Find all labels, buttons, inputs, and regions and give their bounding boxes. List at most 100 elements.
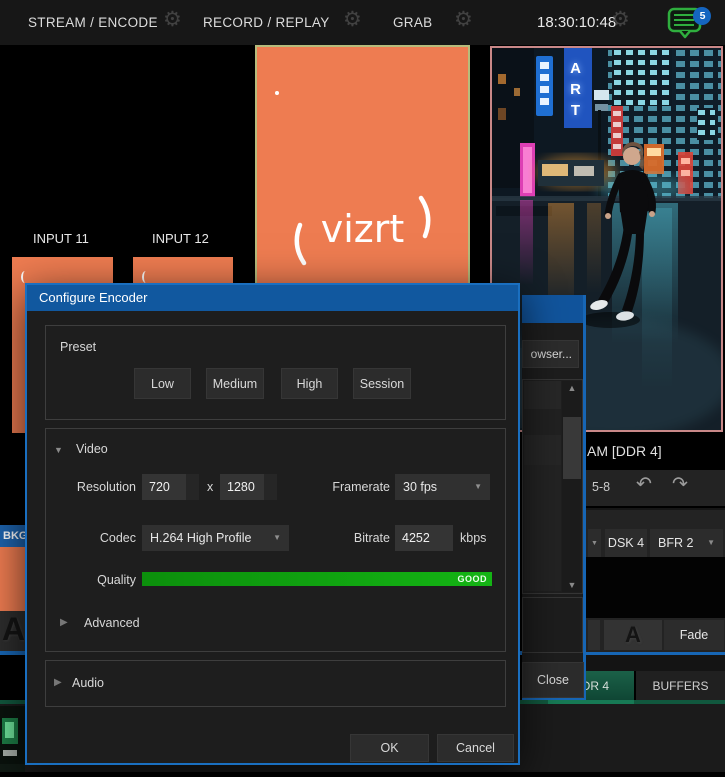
ok-button-label: OK [380,741,398,755]
delegate-label: 5-8 [592,480,610,494]
app-root: { "topbar": { "tabs": [ {"label": "STREA… [0,0,725,772]
scroll-up-icon[interactable]: ▲ [562,381,582,395]
art-neon-sign-text: ART [568,58,583,121]
framerate-value: 30 fps [403,480,437,494]
bkg-label: BKG [0,530,27,542]
preset-high-button[interactable]: High [281,368,338,399]
audio-collapse-icon[interactable]: ▶ [54,678,62,688]
stream-settings-gear-icon[interactable]: ⚙ [163,9,182,30]
bkg-row[interactable]: BKG [0,525,25,547]
advanced-collapse-icon[interactable]: ▶ [60,618,68,628]
video-collapse-icon[interactable]: ▼ [54,446,63,455]
browser-button-clipped[interactable]: owser... [522,340,579,368]
list-item[interactable] [524,465,561,591]
vizrt-logo-mark [21,271,29,283]
video-group: ▼ Video Resolution 720 x 1280 Framerate … [45,428,506,652]
cancel-button[interactable]: Cancel [437,734,514,762]
background-window-titlebar [522,295,586,323]
close-button-label: Close [537,673,569,687]
menu-grab[interactable]: GRAB [393,15,432,30]
vizrt-logo-mark [142,271,150,283]
timecode-clock: 18:30:10:48 [537,14,616,31]
advanced-header[interactable]: Advanced [84,616,140,630]
stream-source-label: AM [DDR 4] [587,443,662,459]
stream-label-bar: AM [DDR 4] [586,432,725,470]
codec-dropdown[interactable]: H.264 High Profile ▼ [142,525,289,551]
preset-low-label: Low [151,377,174,391]
list-item[interactable] [524,409,561,435]
resolution-height-input[interactable]: 1280 [220,474,264,500]
tab-buffers-label: BUFFERS [652,679,708,693]
preview-mini-monitor[interactable] [586,557,725,618]
preset-high-label: High [297,377,323,391]
list-item[interactable] [524,435,561,465]
audio-header[interactable]: Audio [72,676,104,690]
scrollbar[interactable]: ▲ ▼ [562,381,582,592]
preset-medium-button[interactable]: Medium [206,368,264,399]
bfr2-dropdown[interactable]: BFR 2 ▼ [650,529,723,557]
undo-icon[interactable]: ↶ [636,475,652,494]
dsk4-label: DSK 4 [608,536,644,550]
bitrate-input[interactable]: 4252 [395,525,453,551]
preset-medium-label: Medium [213,377,257,391]
menu-record-replay[interactable]: RECORD / REPLAY [203,15,330,30]
fade-button[interactable]: Fade [664,620,724,650]
record-settings-gear-icon[interactable]: ⚙ [343,9,362,30]
resolution-height-stepper[interactable] [264,474,277,500]
vizrt-logo-text: vizrt [290,207,435,251]
bkg-thumbnail-fragment[interactable] [0,547,25,611]
dsk4-button[interactable]: DSK 4 [605,529,647,557]
grab-settings-gear-icon[interactable]: ⚙ [454,9,473,30]
close-button[interactable]: Close [522,662,584,698]
dialog-titlebar[interactable]: Configure Encoder [27,285,518,311]
preset-session-button[interactable]: Session [353,368,411,399]
input-11-label: INPUT 11 [33,231,89,246]
resolution-width-stepper[interactable] [186,474,199,500]
redo-icon[interactable]: ↷ [672,475,688,494]
background-window-right-border [583,295,586,700]
framerate-dropdown[interactable]: 30 fps ▼ [395,474,490,500]
dialog-title: Configure Encoder [39,285,147,311]
quality-status: GOOD [457,574,492,584]
bitrate-unit: kbps [460,531,486,545]
preset-session-label: Session [360,377,404,391]
preset-low-button[interactable]: Low [134,368,191,399]
chevron-down-icon: ▼ [707,539,715,547]
logo-dot [275,91,279,95]
green-storefront-thumb [0,706,25,772]
video-header[interactable]: Video [76,442,108,456]
cancel-button-label: Cancel [456,741,495,755]
chevron-down-icon: ▼ [273,534,281,542]
menu-stream-encode[interactable]: STREAM / ENCODE [28,15,158,30]
codec-label: Codec [48,531,136,545]
transition-a-letter: A [625,622,641,648]
chevron-down-icon: ▼ [474,483,482,491]
list-item[interactable] [524,381,561,409]
preview-monitor-vizrt[interactable]: vizrt [255,45,470,285]
transition-a-letter: A [2,611,25,647]
connection-list: ▲ ▼ [522,379,583,594]
tab-buffers[interactable]: BUFFERS [636,671,725,700]
quality-label: Quality [48,573,136,587]
transition-icon-fragment[interactable]: A [0,611,25,651]
transition-row: A Fade [586,618,725,652]
resolution-label: Resolution [48,480,136,494]
preset-group: Preset Low Medium High Session [45,325,506,420]
ok-button[interactable]: OK [350,734,429,762]
delegate-row: 5-8 ↶ ↷ [586,470,725,506]
scrollbar-thumb[interactable] [563,417,581,479]
codec-value: H.264 High Profile [150,531,251,545]
dsk-row: ▼ DSK 4 BFR 2 ▼ [586,508,725,557]
clock-settings-gear-icon[interactable]: ⚙ [611,9,630,30]
bitrate-label: Bitrate [310,531,390,545]
media-thumbnail-fragment[interactable] [0,706,25,772]
clipped-dropdown-fragment[interactable]: ▼ [588,529,601,557]
scroll-down-icon[interactable]: ▼ [562,578,582,592]
audio-group: ▶ Audio [45,660,506,707]
chevron-down-icon: ▼ [591,540,598,547]
clipped-button-fragment[interactable] [588,620,600,650]
browser-button-label: owser... [531,347,572,361]
background-window: owser... ▲ ▼ Close [522,295,586,700]
resolution-width-input[interactable]: 720 [142,474,186,500]
transition-ab-button[interactable]: A [604,620,662,650]
